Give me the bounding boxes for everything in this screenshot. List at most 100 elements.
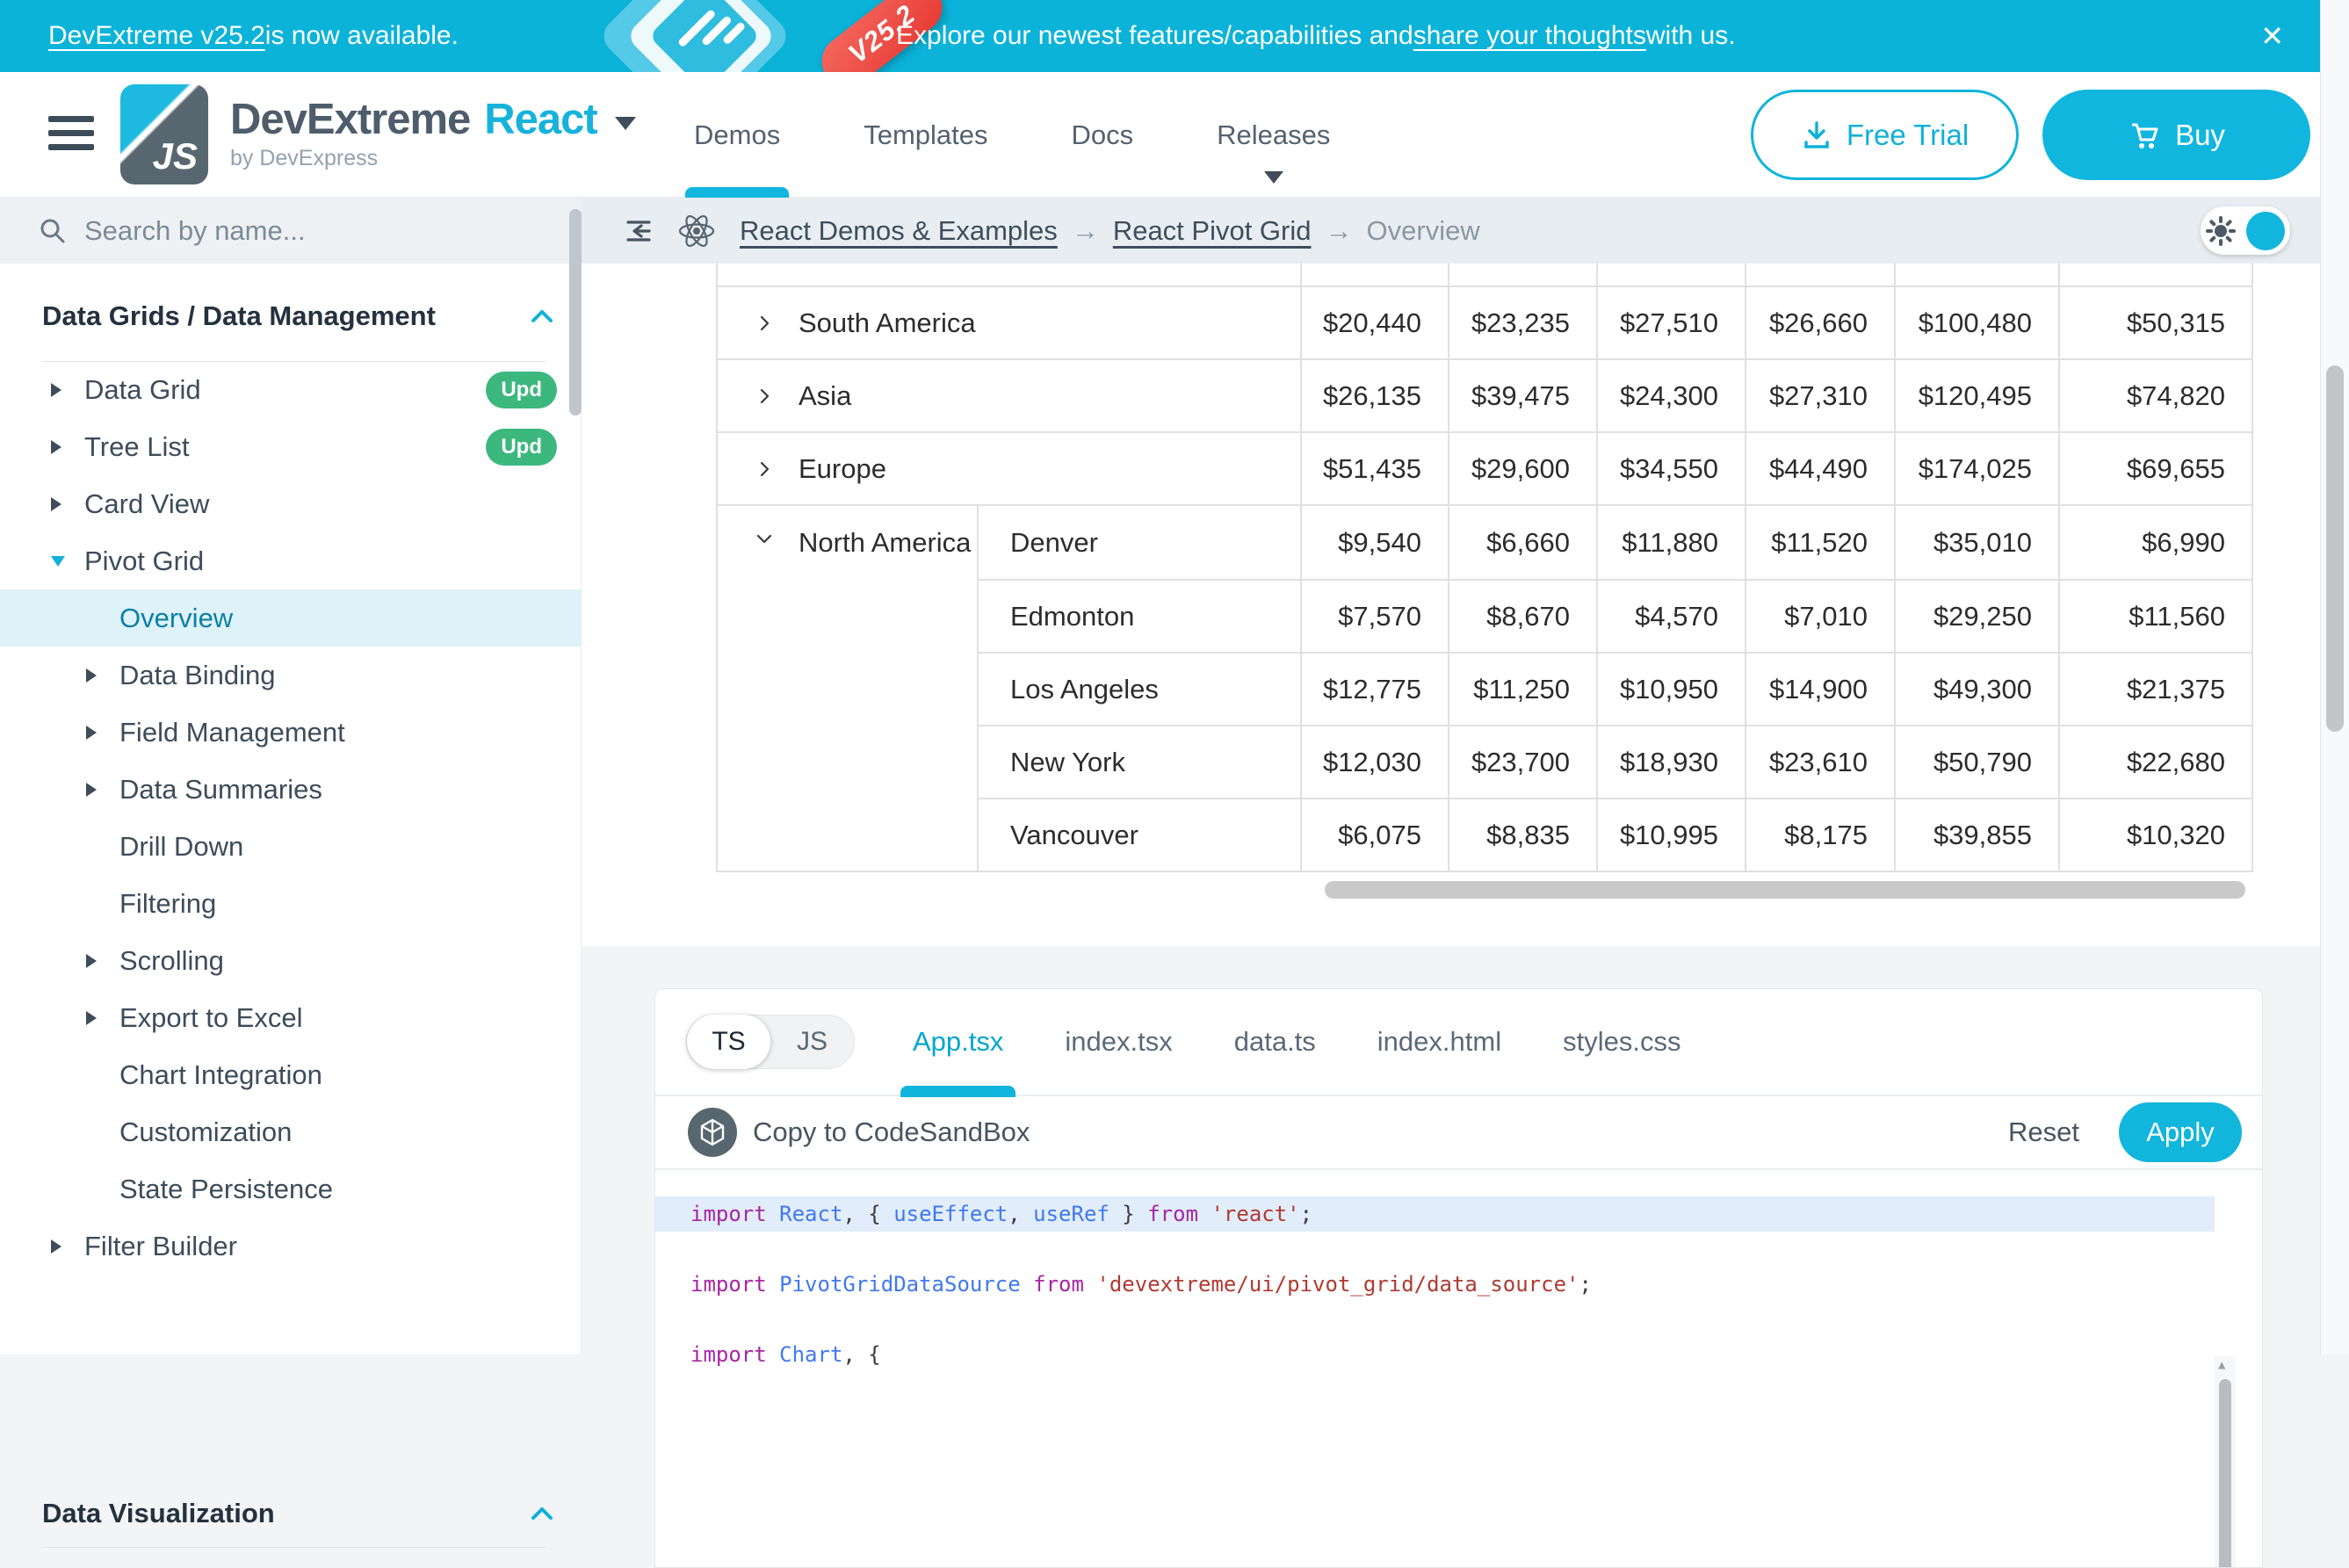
toggle-js[interactable]: JS	[770, 1027, 854, 1057]
brand-platform: React	[484, 95, 596, 144]
sidebar-item-customization[interactable]: Customization	[0, 1103, 582, 1160]
expand-caret-icon[interactable]	[86, 1011, 119, 1025]
sidebar-item-field-management[interactable]: Field Management	[0, 704, 582, 761]
value-cell: $6,075	[1300, 799, 1448, 871]
nav-docs[interactable]: Docs	[1072, 72, 1134, 198]
code-scrollbar-track[interactable]: ▲	[2215, 1356, 2236, 1567]
value-cell: $12,775	[1300, 654, 1448, 725]
row-expand-icon[interactable]	[753, 312, 776, 335]
theme-toggle-knob[interactable]	[2246, 212, 2285, 250]
code-line: import PivotGridDataSource from 'devextr…	[655, 1267, 2215, 1302]
expand-caret-icon[interactable]	[86, 954, 119, 968]
value-cell: $120,495	[1894, 360, 2058, 431]
collapse-section-icon[interactable]	[530, 307, 554, 325]
nav-templates[interactable]: Templates	[864, 72, 987, 198]
sidebar-item-card-view[interactable]: Card View	[0, 475, 582, 532]
sidebar-item-drill-down[interactable]: Drill Down	[0, 818, 582, 875]
row-expand-icon[interactable]	[753, 458, 776, 481]
sidebar-item-chart-integration[interactable]: Chart Integration	[0, 1046, 582, 1103]
value-cell: $8,175	[1745, 799, 1894, 871]
expand-caret-icon[interactable]	[51, 440, 84, 454]
banner-version-link[interactable]: DevExtreme v25.2	[48, 21, 265, 51]
collapse-sidebar-icon[interactable]	[622, 215, 654, 247]
value-cell: $7,010	[1745, 581, 1894, 652]
city-label: Edmonton	[977, 581, 1300, 652]
row-collapse-icon[interactable]	[753, 527, 776, 550]
platform-dropdown-caret-icon[interactable]	[615, 117, 636, 130]
breadcrumb-link-demos[interactable]: React Demos & Examples	[740, 215, 1058, 247]
sidebar-item-label: Card View	[84, 488, 582, 520]
react-icon	[676, 211, 717, 251]
row-label-cell[interactable]: North America	[718, 506, 977, 871]
tab-index-tsx[interactable]: index.tsx	[1065, 988, 1172, 1095]
sidebar-item-scrolling[interactable]: Scrolling	[0, 932, 582, 989]
sidebar-item-data-grid[interactable]: Data GridUpd	[0, 361, 582, 418]
download-icon	[1801, 119, 1832, 151]
nav-demos[interactable]: Demos	[694, 72, 780, 198]
value-cell: $22,680	[2058, 726, 2251, 798]
code-editor[interactable]: import React, { useEffect, useRef } from…	[655, 1170, 2262, 1567]
row-label-cell[interactable]: Asia	[718, 360, 1300, 431]
tab-index-html[interactable]: index.html	[1377, 988, 1501, 1095]
sidebar-item-overview[interactable]: Overview	[0, 589, 582, 647]
sidebar-item-export-to-excel[interactable]: Export to Excel	[0, 989, 582, 1046]
free-trial-button[interactable]: Free Trial	[1751, 90, 2019, 180]
sidebar-item-filtering[interactable]: Filtering	[0, 875, 582, 932]
sidebar-item-state-persistence[interactable]: State Persistence	[0, 1160, 582, 1218]
code-scrollbar-up-icon[interactable]: ▲	[2218, 1358, 2225, 1372]
row-label-cell[interactable]: South America	[718, 287, 1300, 358]
value-cell: $50,790	[1894, 726, 2058, 798]
tab-data-ts[interactable]: data.ts	[1234, 988, 1316, 1095]
breadcrumb-link-pivot-grid[interactable]: React Pivot Grid	[1113, 215, 1312, 247]
pivot-horizontal-scrollbar[interactable]	[1325, 881, 2245, 899]
collapse-section-icon[interactable]	[530, 1505, 554, 1522]
collapse-caret-icon[interactable]	[51, 556, 84, 567]
hamburger-menu-icon[interactable]	[48, 116, 94, 153]
reset-button[interactable]: Reset	[2008, 1116, 2079, 1148]
row-expand-icon[interactable]	[753, 385, 776, 408]
toggle-ts[interactable]: TS	[687, 1015, 770, 1069]
brand-block[interactable]: DevExtreme React by DevExpress	[230, 95, 636, 171]
devextreme-logo[interactable]: JS	[120, 84, 208, 184]
search-input[interactable]: Search by name...	[0, 198, 582, 264]
row-label-cell[interactable]: Europe	[718, 433, 1300, 504]
sidebar-scrollbar[interactable]	[569, 209, 582, 415]
sidebar-item-label: Field Management	[119, 717, 582, 748]
expand-caret-icon[interactable]	[51, 497, 84, 511]
page-scrollbar-track[interactable]	[2320, 0, 2349, 1355]
sidebar-item-data-binding[interactable]: Data Binding	[0, 647, 582, 704]
expand-caret-icon[interactable]	[86, 726, 119, 740]
tab-styles-css[interactable]: styles.css	[1563, 988, 1680, 1095]
code-scrollbar-thumb[interactable]	[2219, 1379, 2231, 1567]
sidebar-item-label: Chart Integration	[119, 1059, 582, 1091]
nav-releases[interactable]: Releases	[1217, 72, 1330, 198]
sidebar-item-pivot-grid[interactable]: Pivot Grid	[0, 532, 582, 589]
expand-caret-icon[interactable]	[51, 383, 84, 397]
sidebar-item-tree-list[interactable]: Tree ListUpd	[0, 418, 582, 475]
page-scrollbar-thumb[interactable]	[2326, 365, 2344, 732]
tab-app-tsx[interactable]: App.tsx	[913, 988, 1003, 1095]
pivot-row-south-america: South America$20,440$23,235$27,510$26,66…	[718, 285, 2251, 358]
share-thoughts-link[interactable]: share your thoughts	[1413, 21, 1646, 51]
codesandbox-icon[interactable]	[688, 1108, 737, 1157]
expand-caret-icon[interactable]	[51, 1239, 84, 1254]
expand-caret-icon[interactable]	[86, 668, 119, 683]
sidebar-item-data-summaries[interactable]: Data Summaries	[0, 761, 582, 818]
buy-button[interactable]: Buy	[2042, 90, 2310, 180]
cart-icon	[2128, 119, 2161, 152]
sidebar-item-filter-builder[interactable]: Filter Builder	[0, 1218, 582, 1275]
copy-to-codesandbox-label[interactable]: Copy to CodeSandBox	[753, 1116, 1030, 1148]
value-cell: $51,435	[1300, 433, 1448, 504]
value-cell: $27,510	[1596, 287, 1745, 358]
value-cell: $29,600	[1448, 433, 1596, 504]
value-cell: $23,610	[1745, 726, 1894, 798]
expand-caret-icon[interactable]	[86, 783, 119, 797]
theme-toggle[interactable]	[2201, 206, 2290, 255]
sidebar-section-data-grids[interactable]: Data Grids / Data Management	[42, 290, 554, 343]
sidebar-section-data-visualization[interactable]: Data Visualization	[42, 1487, 554, 1540]
pivot-grid-demo: South America$20,440$23,235$27,510$26,66…	[582, 264, 2349, 946]
apply-button[interactable]: Apply	[2119, 1102, 2242, 1162]
language-toggle[interactable]: TS JS	[686, 1015, 855, 1069]
banner-close-icon[interactable]: ✕	[2260, 19, 2284, 53]
breadcrumb: React Demos & Examples → React Pivot Gri…	[740, 215, 1480, 247]
